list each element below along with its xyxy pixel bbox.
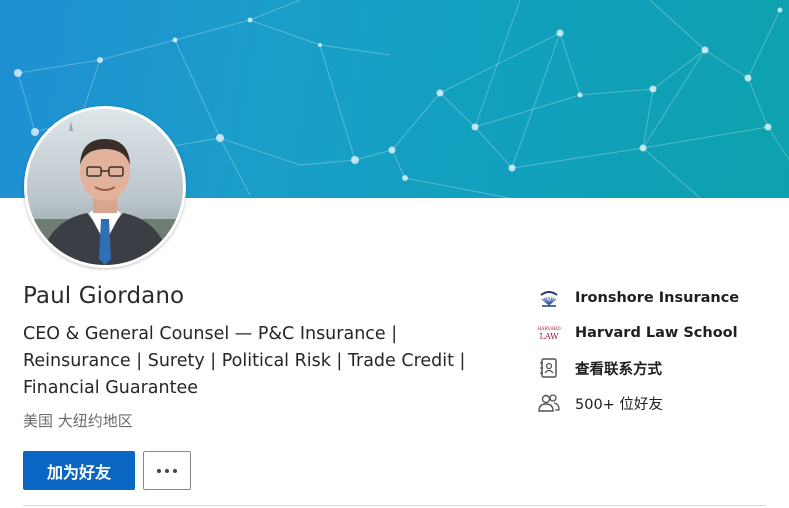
harvard-law-logo-icon: HARVARD LAW (536, 321, 562, 345)
profile-headline: CEO & General Counsel — P&C Insurance | … (23, 324, 466, 398)
profile-photo (27, 109, 183, 265)
more-dot-icon (157, 468, 161, 473)
more-dot-icon (165, 468, 169, 473)
contact-card-icon (536, 356, 562, 380)
more-actions-button[interactable] (143, 451, 191, 490)
profile-location: 美国 大纽约地区 (23, 412, 133, 430)
education-label: Harvard Law School (575, 325, 738, 341)
connect-button[interactable]: 加为好友 (23, 451, 135, 490)
connections-link[interactable]: 500+ 位好友 (536, 391, 663, 415)
contact-info-link[interactable]: 查看联系方式 (536, 356, 662, 380)
current-company-label: Ironshore Insurance (575, 290, 740, 306)
profile-name: Paul Giordano (23, 283, 185, 309)
more-dot-icon (173, 468, 177, 473)
svg-text:LAW: LAW (540, 332, 560, 341)
people-icon (536, 391, 562, 415)
ironshore-logo-icon (536, 286, 562, 310)
education-link[interactable]: HARVARD LAW Harvard Law School (536, 321, 738, 345)
current-company-link[interactable]: Ironshore Insurance (536, 286, 739, 310)
contact-info-label: 查看联系方式 (575, 361, 662, 378)
profile-avatar[interactable] (24, 106, 186, 268)
section-divider (23, 505, 766, 506)
connections-label: 500+ 位好友 (575, 396, 663, 413)
